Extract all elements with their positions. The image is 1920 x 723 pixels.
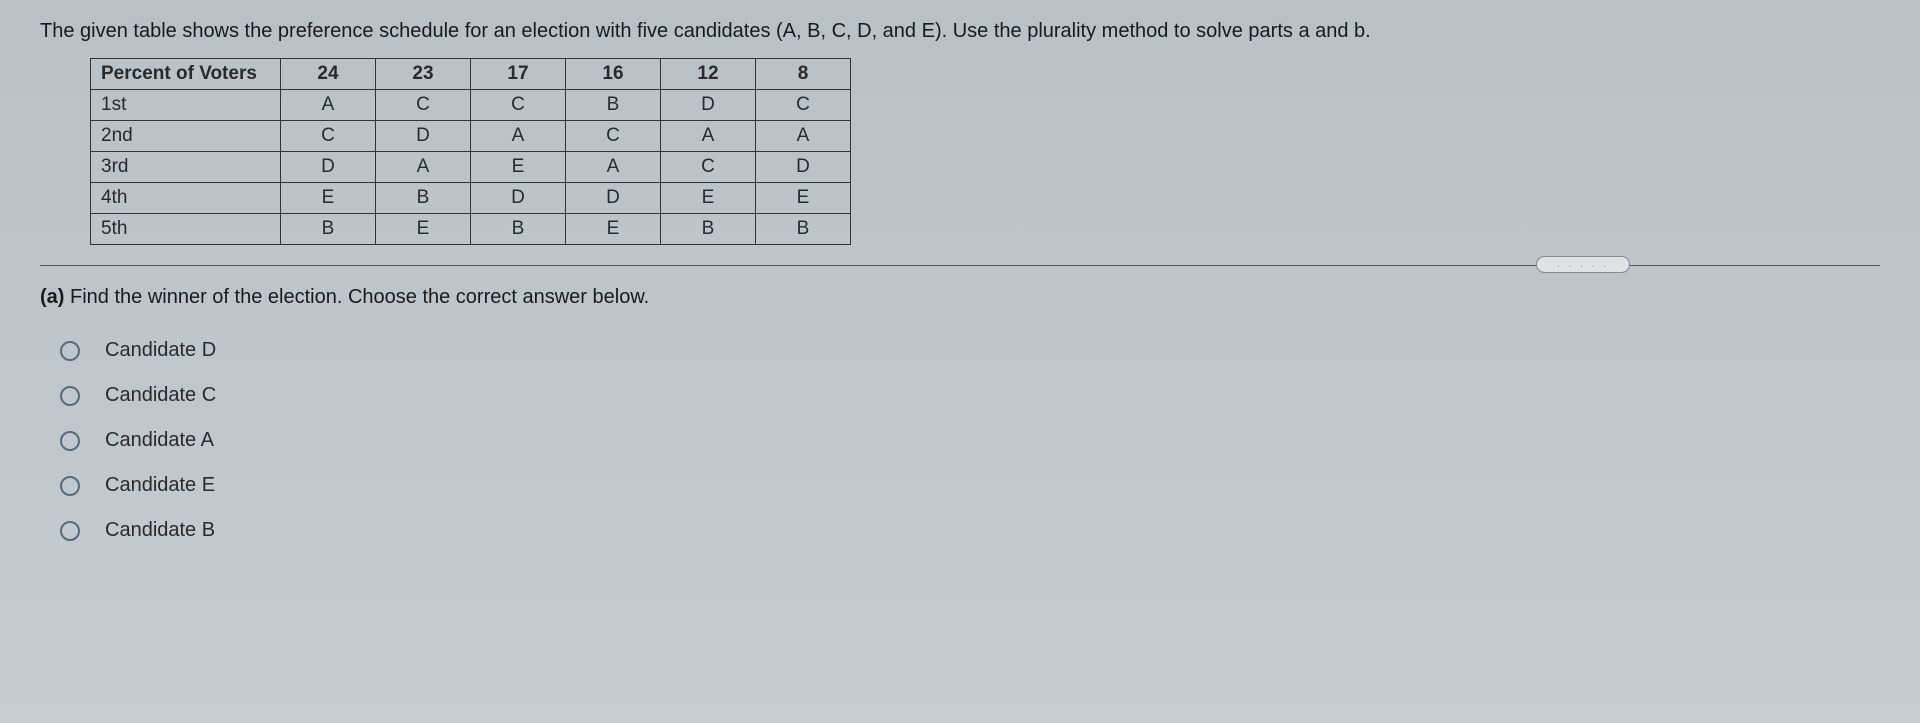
cell: B: [281, 214, 376, 245]
header-label: Percent of Voters: [91, 59, 281, 90]
percent-header: 17: [471, 59, 566, 90]
cell: A: [756, 121, 851, 152]
choice-b[interactable]: Candidate B: [60, 519, 1880, 542]
expand-pill[interactable]: . . . . .: [1536, 256, 1630, 273]
cell: B: [376, 183, 471, 214]
table-row: 4th E B D D E E: [91, 183, 851, 214]
rank-label: 5th: [91, 214, 281, 245]
radio-button[interactable]: [60, 521, 80, 541]
percent-header: 24: [281, 59, 376, 90]
choice-e[interactable]: Candidate E: [60, 474, 1880, 497]
cell: E: [756, 183, 851, 214]
cell: A: [471, 121, 566, 152]
cell: E: [376, 214, 471, 245]
rank-label: 4th: [91, 183, 281, 214]
cell: B: [756, 214, 851, 245]
choice-a[interactable]: Candidate A: [60, 429, 1880, 452]
cell: E: [471, 152, 566, 183]
cell: D: [661, 90, 756, 121]
cell: D: [376, 121, 471, 152]
cell: E: [566, 214, 661, 245]
cell: A: [661, 121, 756, 152]
cell: E: [661, 183, 756, 214]
table-row: 5th B E B E B B: [91, 214, 851, 245]
cell: A: [376, 152, 471, 183]
cell: D: [756, 152, 851, 183]
percent-header: 16: [566, 59, 661, 90]
percent-header: 8: [756, 59, 851, 90]
table-header-row: Percent of Voters 24 23 17 16 12 8: [91, 59, 851, 90]
rank-label: 3rd: [91, 152, 281, 183]
choice-d[interactable]: Candidate D: [60, 339, 1880, 362]
rank-label: 1st: [91, 90, 281, 121]
choice-label: Candidate E: [105, 474, 215, 497]
divider-container: . . . . .: [40, 265, 1880, 266]
part-a-label: (a): [40, 286, 64, 308]
cell: C: [471, 90, 566, 121]
cell: C: [756, 90, 851, 121]
cell: D: [566, 183, 661, 214]
cell: C: [661, 152, 756, 183]
radio-button[interactable]: [60, 341, 80, 361]
cell: C: [566, 121, 661, 152]
radio-button[interactable]: [60, 476, 80, 496]
radio-button[interactable]: [60, 431, 80, 451]
part-a-question: (a) Find the winner of the election. Cho…: [40, 286, 1880, 309]
cell: A: [566, 152, 661, 183]
part-a-text: Find the winner of the election. Choose …: [64, 286, 649, 308]
rank-label: 2nd: [91, 121, 281, 152]
table-row: 1st A C C B D C: [91, 90, 851, 121]
cell: B: [471, 214, 566, 245]
cell: B: [661, 214, 756, 245]
percent-header: 23: [376, 59, 471, 90]
table-row: 3rd D A E A C D: [91, 152, 851, 183]
preference-table: Percent of Voters 24 23 17 16 12 8 1st A…: [90, 58, 851, 245]
cell: E: [281, 183, 376, 214]
choice-c[interactable]: Candidate C: [60, 384, 1880, 407]
cell: D: [471, 183, 566, 214]
cell: A: [281, 90, 376, 121]
choice-label: Candidate B: [105, 519, 215, 542]
choice-label: Candidate C: [105, 384, 216, 407]
table-row: 2nd C D A C A A: [91, 121, 851, 152]
cell: C: [281, 121, 376, 152]
cell: C: [376, 90, 471, 121]
preference-table-container: Percent of Voters 24 23 17 16 12 8 1st A…: [90, 58, 1880, 245]
question-text: The given table shows the preference sch…: [40, 20, 1880, 43]
cell: B: [566, 90, 661, 121]
percent-header: 12: [661, 59, 756, 90]
radio-button[interactable]: [60, 386, 80, 406]
answer-choices: Candidate D Candidate C Candidate A Cand…: [60, 339, 1880, 542]
choice-label: Candidate A: [105, 429, 214, 452]
choice-label: Candidate D: [105, 339, 216, 362]
cell: D: [281, 152, 376, 183]
